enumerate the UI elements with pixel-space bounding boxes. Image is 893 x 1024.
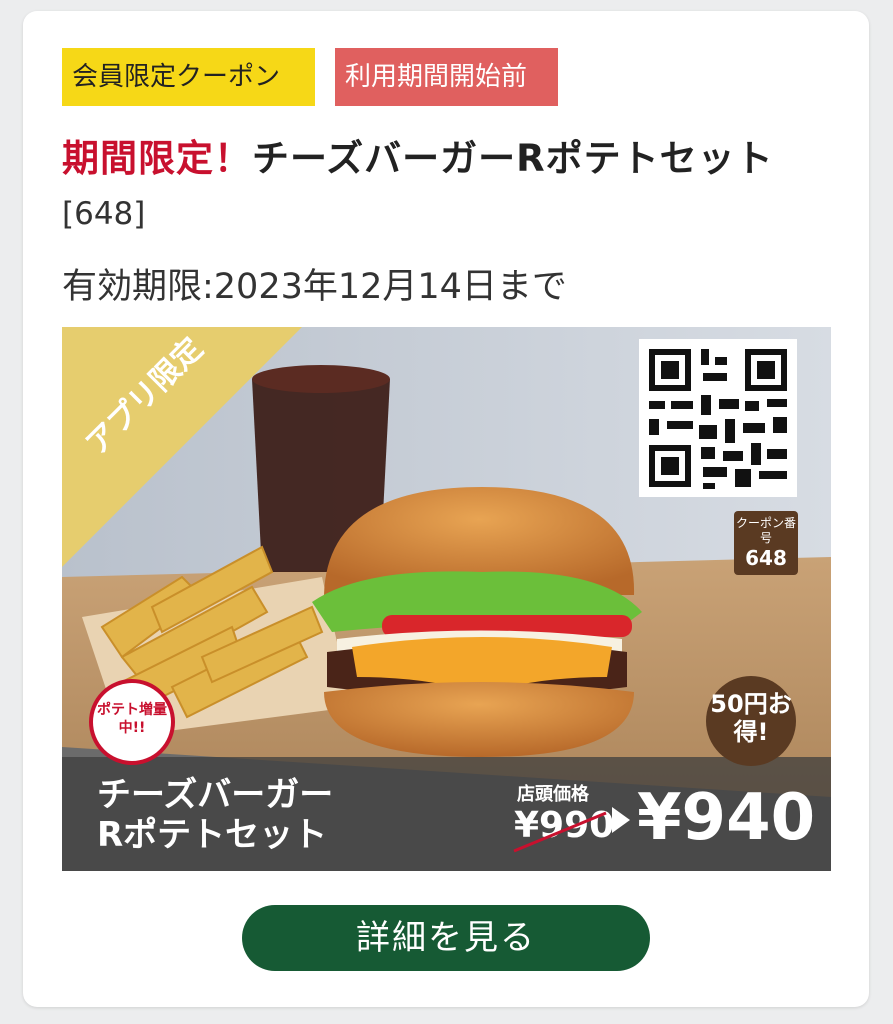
- coupon-title: 期間限定！チーズバーガーRポテトセット: [62, 128, 774, 182]
- coupon-banner-image: アプリ限定 クーポン番号 648 ポテト増量中!! 50円お得! チーズバーガー…: [62, 327, 831, 871]
- coupon-qr-code: [639, 339, 797, 497]
- coupon-number-value: 648: [745, 546, 787, 570]
- title-accent: 期間限定！: [62, 137, 252, 180]
- view-details-button[interactable]: 詳細を見る: [242, 905, 650, 971]
- title-main: チーズバーガーRポテトセット: [252, 137, 774, 180]
- usage-status-badge: 利用期間開始前: [335, 48, 558, 106]
- coupon-code: [648]: [62, 196, 146, 232]
- coupon-number-badge: クーポン番号 648: [734, 511, 798, 575]
- product-name-line1: チーズバーガー: [97, 775, 334, 815]
- product-name-line2: Rポテトセット: [97, 815, 328, 855]
- qr-code-icon: [649, 349, 787, 489]
- arrow-right-icon: [612, 807, 630, 833]
- savings-text: 50円お得!: [710, 690, 792, 746]
- expiry-date: 有効期限:2023年12月14日まで: [62, 267, 567, 307]
- member-only-badge: 会員限定クーポン: [62, 48, 315, 106]
- new-price: ¥940: [637, 781, 816, 855]
- potato-increase-badge: ポテト増量中!!: [89, 679, 175, 765]
- coupon-number-label: クーポン番号: [735, 516, 796, 545]
- store-price-label: 店頭価格: [517, 784, 589, 805]
- strikethrough-line: [513, 811, 607, 853]
- savings-badge: 50円お得!: [706, 676, 796, 766]
